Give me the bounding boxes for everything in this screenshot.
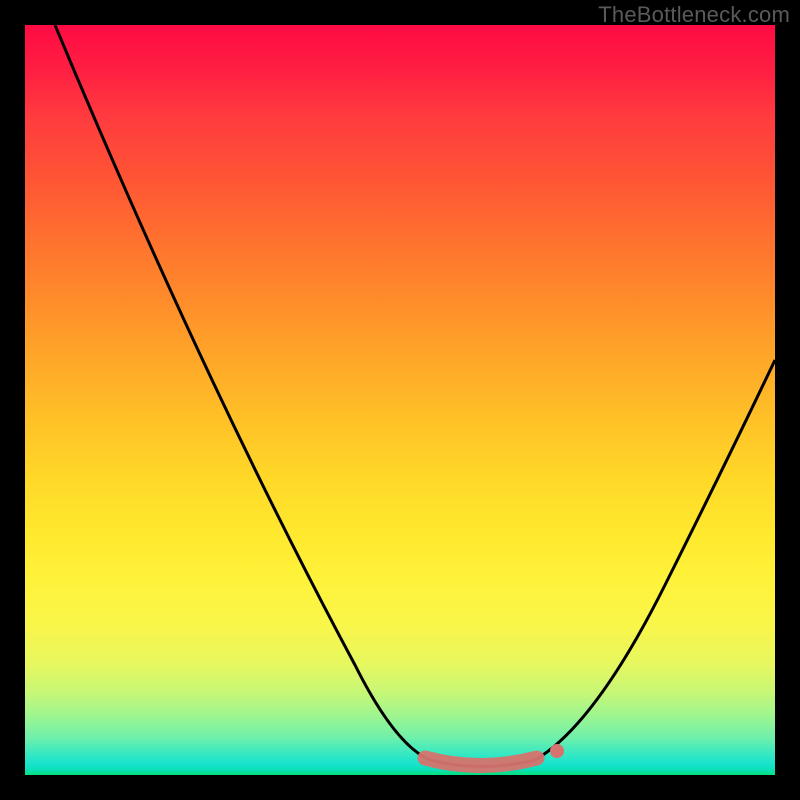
watermark-text: TheBottleneck.com <box>598 2 790 28</box>
optimal-range-marker <box>425 758 537 766</box>
plot-area <box>25 25 775 775</box>
curve-left-branch <box>55 25 430 760</box>
curve-right-branch <box>535 360 775 760</box>
chart-frame: TheBottleneck.com <box>0 0 800 800</box>
bottleneck-curve <box>25 25 775 775</box>
optimal-end-dot-icon <box>550 744 564 758</box>
